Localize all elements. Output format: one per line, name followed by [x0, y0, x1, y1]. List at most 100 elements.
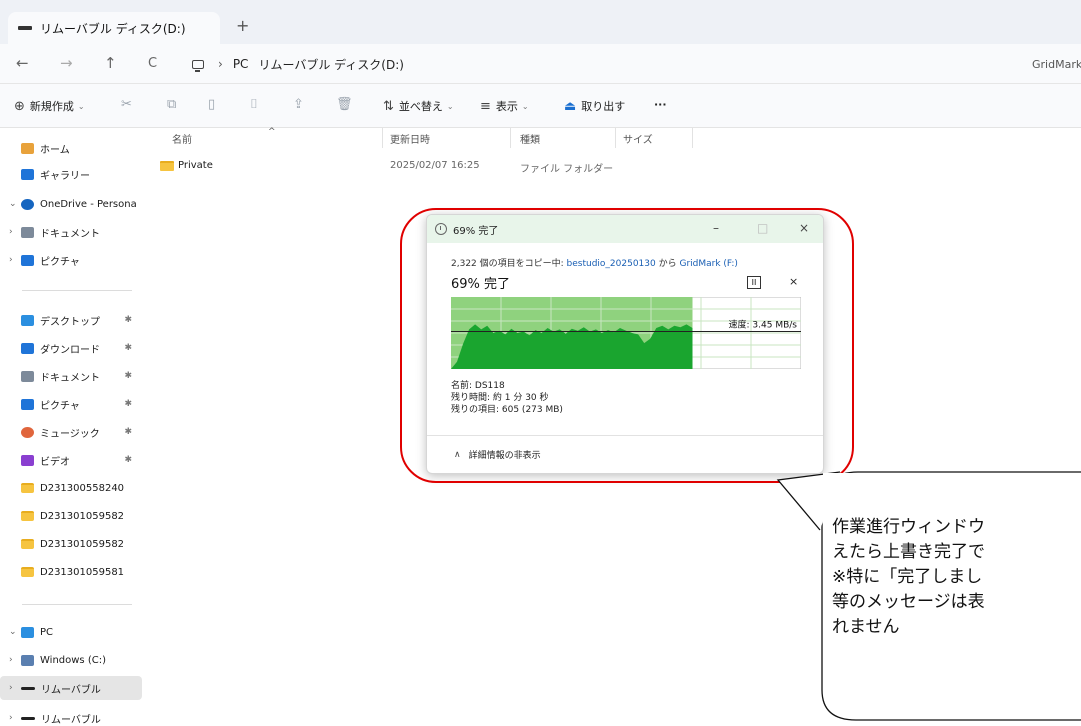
pin-icon[interactable]: ✱ [124, 371, 132, 381]
sidebar-item[interactable]: ギャラリー [0, 162, 142, 186]
chevron-right-icon[interactable]: › [9, 655, 21, 665]
column-separator[interactable] [615, 128, 616, 148]
sidebar-item[interactable]: ピクチャ ✱ [0, 392, 142, 416]
sort-button[interactable]: ⇅ 並べ替え ⌄ [383, 98, 454, 114]
address-bar[interactable]: › PC リムーバブル ディスク(D:) [186, 50, 422, 78]
pc-monitor-icon [192, 59, 204, 72]
column-separator[interactable] [510, 128, 511, 148]
folder-icon [21, 567, 34, 577]
column-header-size[interactable]: サイズ [623, 131, 653, 146]
sidebar-item[interactable]: › ピクチャ [0, 248, 142, 272]
forward-icon[interactable]: → [60, 54, 73, 72]
file-type: ファイル フォルダー [520, 164, 614, 175]
sidebar-item-label: リムーバブル [41, 684, 101, 696]
pin-icon[interactable]: ✱ [124, 399, 132, 409]
sidebar-item-label: D231301059581 [40, 566, 125, 578]
tab-removable-disk[interactable]: リムーバブル ディスク(D:) [8, 12, 220, 44]
share-icon[interactable]: ⇪ [293, 97, 304, 112]
chevron-down-icon[interactable]: ⌄ [9, 627, 21, 637]
pause-button[interactable]: II [747, 276, 761, 289]
documents-icon [21, 370, 34, 382]
more-options-button[interactable]: ··· [654, 98, 667, 111]
sidebar-item[interactable]: D231301059581 [0, 560, 142, 584]
sidebar-item[interactable]: › Windows (C:) [0, 648, 142, 672]
speed-label: 速度: 3.45 MB/s [729, 319, 798, 331]
sidebar-item[interactable]: ダウンロード ✱ [0, 336, 142, 360]
items-remaining: 残りの項目: 605 (273 MB) [451, 405, 563, 415]
sidebar-item[interactable]: ミュージック ✱ [0, 420, 142, 444]
sidebar-item[interactable]: › ドキュメント [0, 220, 142, 244]
column-separator[interactable] [692, 128, 693, 148]
sidebar-item[interactable]: › リムーバブル [0, 676, 142, 700]
eject-button[interactable]: ⏏ 取り出す [564, 98, 625, 114]
maximize-button[interactable]: □ [757, 221, 768, 235]
new-button[interactable]: ⊕ 新規作成 ⌄ [14, 98, 85, 114]
breadcrumb-chevron-icon[interactable]: › [218, 57, 223, 71]
sidebar-item-label: ドキュメント [40, 372, 100, 384]
pin-icon[interactable]: ✱ [124, 343, 132, 353]
search-input[interactable]: GridMark [1032, 50, 1081, 78]
chevron-right-icon[interactable]: › [9, 683, 21, 693]
new-tab-button[interactable]: + [236, 16, 249, 35]
sidebar-item[interactable]: ⌄ PC [0, 620, 142, 644]
back-icon[interactable]: ← [16, 54, 29, 72]
source-link[interactable]: bestudio_20250130 [567, 259, 656, 269]
sidebar-item[interactable]: D231301059582 [0, 532, 142, 556]
removable-drive-icon [21, 716, 35, 720]
sidebar-item[interactable]: ビデオ ✱ [0, 448, 142, 472]
transfer-speed-graph: 速度: 3.45 MB/s [451, 297, 801, 369]
sidebar-item-label: ピクチャ [40, 400, 80, 412]
onedrive-icon [21, 198, 34, 210]
folder-icon [21, 539, 34, 549]
sidebar-item[interactable]: ホーム [0, 136, 142, 160]
dialog-title-bar: 69% 完了 – □ × [427, 215, 823, 243]
rename-icon[interactable]: ⌷ [250, 97, 258, 112]
tab-bar: リムーバブル ディスク(D:) + [0, 0, 1081, 44]
view-button[interactable]: ≡ 表示 ⌄ [480, 98, 529, 114]
up-icon[interactable]: ↑ [104, 54, 117, 72]
refresh-icon[interactable]: C [148, 56, 157, 71]
chevron-right-icon[interactable]: › [9, 255, 21, 265]
pin-icon[interactable]: ✱ [124, 455, 132, 465]
sidebar-item[interactable]: › リムーバブル [0, 706, 142, 726]
destination-link[interactable]: GridMark (F:) [679, 259, 737, 269]
chevron-down-icon[interactable]: ⌄ [9, 199, 21, 209]
sidebar-item[interactable]: ドキュメント ✱ [0, 364, 142, 388]
paste-icon[interactable]: ▯ [208, 97, 215, 112]
chevron-up-icon: ∧ [454, 449, 461, 460]
column-header-type[interactable]: 種類 [520, 131, 540, 146]
folder-icon [160, 161, 174, 171]
delete-icon[interactable]: 🗑 [336, 97, 353, 112]
stop-button[interactable]: × [789, 275, 798, 288]
sidebar-item-label: D231300558240 [40, 482, 125, 494]
sidebar-item[interactable]: デスクトップ ✱ [0, 308, 142, 332]
sidebar-item[interactable]: D231301059582 [0, 504, 142, 528]
pin-icon[interactable]: ✱ [124, 315, 132, 325]
copy-icon[interactable]: ⧉ [167, 97, 176, 112]
column-header-name[interactable]: 名前 [172, 131, 192, 146]
column-separator[interactable] [382, 128, 383, 148]
hide-details-toggle[interactable]: ∧ 詳細情報の非表示 [454, 448, 541, 462]
dialog-title: 69% 完了 [453, 225, 499, 237]
copy-prefix: 2,322 個の項目をコピー中: [451, 259, 567, 269]
file-row-private[interactable]: Private 2025/02/07 16:25 ファイル フォルダー [142, 156, 1081, 178]
sidebar-item-label: デスクトップ [40, 316, 100, 328]
column-header-modified[interactable]: 更新日時 [390, 131, 430, 146]
current-file-name: 名前: DS118 [451, 381, 505, 391]
cut-icon[interactable]: ✂ [121, 97, 132, 112]
sidebar-item-label: OneDrive - Persona [40, 198, 137, 210]
sidebar-item[interactable]: ⌄ OneDrive - Persona [0, 192, 142, 216]
sidebar-item[interactable]: D231300558240 [0, 476, 142, 500]
folder-icon [21, 483, 34, 493]
chevron-right-icon[interactable]: › [9, 227, 21, 237]
chevron-right-icon[interactable]: › [9, 713, 21, 723]
removable-drive-icon [18, 26, 32, 30]
pin-icon[interactable]: ✱ [124, 427, 132, 437]
sidebar-item-label: D231301059582 [40, 538, 125, 550]
close-button[interactable]: × [799, 221, 809, 235]
sidebar-item-label: リムーバブル [41, 714, 101, 726]
sidebar-item-label: D231301059582 [40, 510, 125, 522]
breadcrumb-removable-disk[interactable]: リムーバブル ディスク(D:) [258, 56, 404, 73]
breadcrumb-pc[interactable]: PC [233, 57, 249, 71]
minimize-button[interactable]: – [713, 221, 719, 235]
